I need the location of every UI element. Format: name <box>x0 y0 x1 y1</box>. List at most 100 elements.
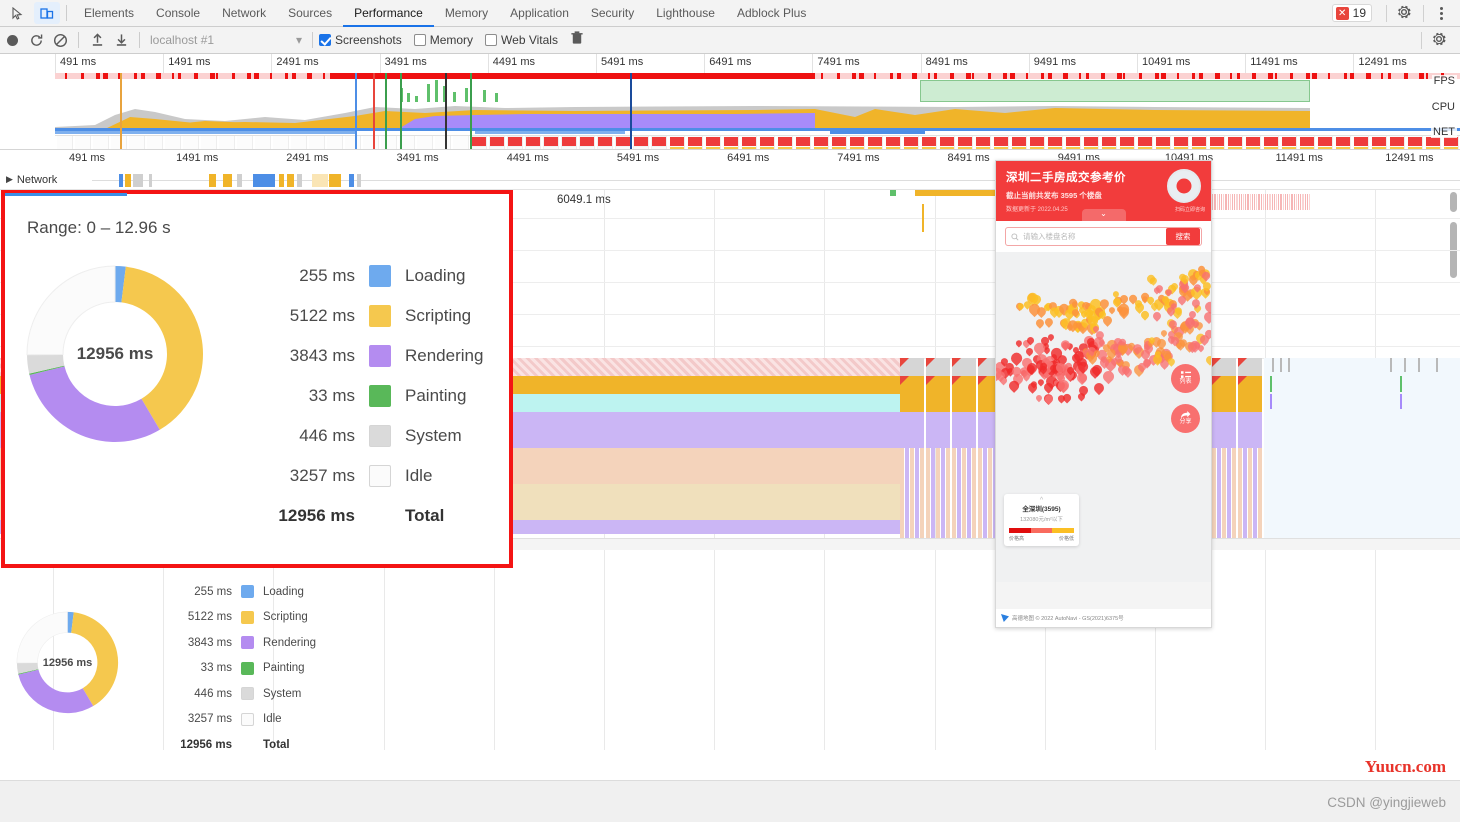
fps-frame-tick <box>269 73 272 79</box>
legend-row[interactable]: 255 ms Loading <box>160 579 316 605</box>
legend-row[interactable]: 5122 ms Scripting <box>160 605 316 631</box>
filmstrip-frame <box>273 136 289 149</box>
timeline-overview[interactable]: 491 ms 1491 ms 2491 ms 3491 ms 4491 ms 5491 m… <box>0 54 1460 150</box>
device-toolbar-icon[interactable] <box>34 2 60 24</box>
map-price-pin[interactable] <box>1107 306 1117 315</box>
performance-toolbar: localhost #1 ▾ Screenshots Memory Web Vi… <box>0 27 1460 54</box>
legend-row[interactable]: 33 ms Painting <box>160 656 316 682</box>
filmstrip-thumb-head <box>490 137 504 146</box>
flame-bar-segment <box>1238 394 1262 412</box>
collapse-header-icon[interactable]: ⌄ <box>1081 209 1126 221</box>
memory-checkbox[interactable]: Memory <box>413 33 473 47</box>
qr-seal-icon[interactable] <box>1167 169 1201 203</box>
network-request-bar <box>133 173 144 187</box>
popup-search-input[interactable]: 请输入楼盘名称 搜索 <box>1005 227 1202 246</box>
legend-total-label: Total <box>405 506 445 525</box>
map-price-pin[interactable] <box>1201 310 1211 325</box>
tab-security[interactable]: Security <box>580 0 645 27</box>
overview-ruler: 491 ms 1491 ms 2491 ms 3491 ms 4491 ms 5491 m… <box>0 54 1460 73</box>
legend-row[interactable]: 33 ms Painting <box>243 376 493 416</box>
flame-tick <box>1272 358 1274 372</box>
paint-event-tick <box>1293 194 1295 210</box>
record-icon[interactable] <box>0 29 24 51</box>
paint-event-tick <box>1234 194 1236 210</box>
save-profile-icon[interactable] <box>109 29 133 51</box>
popup-search-button[interactable]: 搜索 <box>1166 228 1200 245</box>
legend-row[interactable]: 3257 ms Idle <box>243 456 493 496</box>
filmstrip-thumb-head <box>1156 137 1170 146</box>
capture-settings-gear-icon[interactable] <box>1430 30 1450 50</box>
popup-map[interactable]: 列表 分享 ^ 全深圳(3595) 132080元/m²以下 价格高 价格低 <box>996 252 1211 582</box>
fps-frame-tick <box>1328 73 1330 79</box>
timeline-ruler-tick: 11491 ms <box>1275 152 1323 164</box>
map-price-pin[interactable] <box>1034 393 1044 403</box>
lane-label-fps: FPS <box>1431 75 1457 87</box>
inspect-element-icon[interactable] <box>4 2 30 24</box>
tab-performance[interactable]: Performance <box>343 0 434 27</box>
paint-event-tick <box>1271 194 1273 210</box>
legend-row[interactable]: 446 ms System <box>243 416 493 456</box>
fps-frame-tick <box>102 73 108 79</box>
donut-slice-idle[interactable] <box>16 611 68 664</box>
map-info-card[interactable]: ^ 全深圳(3595) 132080元/m²以下 价格高 价格低 <box>1004 494 1079 546</box>
tab-memory[interactable]: Memory <box>434 0 499 27</box>
map-share-fab-button[interactable]: 分享 <box>1171 404 1200 433</box>
paint-event-tick <box>1306 194 1309 210</box>
filmstrip-frame <box>219 136 235 149</box>
summary-donut-small: 12956 ms 255 ms Loading 5122 ms Scripting 38… <box>0 575 340 760</box>
clear-recording-icon[interactable] <box>48 29 72 51</box>
fps-frame-tick <box>1041 73 1045 79</box>
flame-bar-segment <box>957 448 961 538</box>
donut-slice-idle[interactable] <box>26 265 116 356</box>
legend-row[interactable]: 5122 ms Scripting <box>243 296 493 336</box>
flame-tick <box>1280 358 1282 372</box>
map-price-pin[interactable] <box>1151 309 1163 322</box>
settings-gear-icon[interactable] <box>1395 3 1415 23</box>
flame-bar-segment <box>1258 448 1262 538</box>
network-expand-caret-icon[interactable]: ▶ <box>6 174 13 185</box>
legend-row[interactable]: 3257 ms Idle <box>160 707 316 733</box>
legend-value: 33 ms <box>200 662 232 675</box>
legend-label: Scripting <box>405 306 472 325</box>
paint-event-tick <box>1300 194 1302 210</box>
error-count-badge[interactable]: ✕ 19 <box>1331 4 1372 22</box>
screenshots-checkbox[interactable]: Screenshots <box>319 33 402 47</box>
kebab-menu-icon[interactable] <box>1432 6 1450 20</box>
tab-sources[interactable]: Sources <box>277 0 343 27</box>
tab-network[interactable]: Network <box>211 0 277 27</box>
tab-console[interactable]: Console <box>145 0 211 27</box>
map-price-pin[interactable] <box>1043 316 1056 329</box>
paint-event-tick <box>1251 194 1254 210</box>
map-price-pin[interactable] <box>1203 354 1211 366</box>
map-price-pin[interactable] <box>1092 380 1107 395</box>
legend-row[interactable]: 3843 ms Rendering <box>243 336 493 376</box>
fps-frame-tick <box>1381 73 1384 79</box>
fps-frame-tick <box>231 73 235 79</box>
flame-tick <box>1404 358 1406 372</box>
tab-application[interactable]: Application <box>499 0 580 27</box>
legend-label: Idle <box>405 466 433 485</box>
web-vitals-checkbox[interactable]: Web Vitals <box>485 33 558 47</box>
donut-slice-rendering[interactable] <box>29 366 160 442</box>
load-profile-icon[interactable] <box>85 29 109 51</box>
donut-slice-rendering[interactable] <box>18 669 94 714</box>
reload-and-record-icon[interactable] <box>24 29 48 51</box>
session-selector[interactable]: localhost #1 ▾ <box>146 31 306 50</box>
network-track-row[interactable]: ▶ Network <box>0 170 1460 190</box>
legend-row[interactable]: 255 ms Loading <box>243 256 493 296</box>
timeline-ruler-tick: 491 ms <box>68 152 106 164</box>
tab-adblock-plus[interactable]: Adblock Plus <box>726 0 817 27</box>
legend-row[interactable]: 446 ms System <box>160 681 316 707</box>
legend-row[interactable]: 3843 ms Rendering <box>160 630 316 656</box>
legend-swatch <box>369 385 391 407</box>
toolbar-divider-1 <box>78 32 79 48</box>
flame-scrollbar-thumb-top[interactable] <box>1450 192 1457 212</box>
map-price-pin[interactable] <box>1101 368 1117 385</box>
tab-elements[interactable]: Elements <box>73 0 145 27</box>
tab-lighthouse[interactable]: Lighthouse <box>645 0 726 27</box>
summary-donut-chart[interactable]: 12956 ms <box>15 254 215 454</box>
map-list-fab-button[interactable]: 列表 <box>1171 364 1200 393</box>
filmstrip-thumb-head <box>526 137 540 146</box>
flame-bar-segment <box>1222 448 1226 538</box>
collect-garbage-icon[interactable] <box>570 30 590 50</box>
